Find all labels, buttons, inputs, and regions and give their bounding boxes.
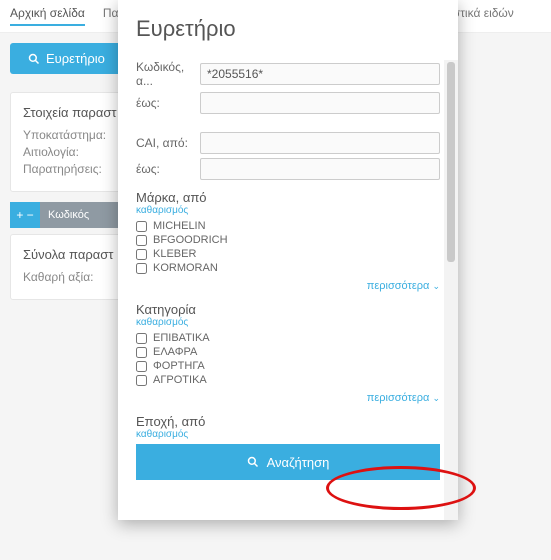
category-label: ΦΟΡΤΗΓΑ — [153, 360, 205, 372]
category-item[interactable]: ΕΠΙΒΑΤΙΚΑ — [136, 332, 440, 344]
category-checkbox[interactable] — [136, 375, 147, 386]
brand-section-title: Μάρκα, από — [136, 190, 440, 205]
category-more-link[interactable]: περισσότερα ⌄ — [136, 392, 440, 404]
brand-item[interactable]: KORMORAN — [136, 262, 440, 274]
brand-label: KORMORAN — [153, 262, 218, 274]
code-to-label: έως: — [136, 96, 200, 110]
cai-from-input[interactable] — [200, 132, 440, 154]
cai-to-input[interactable] — [200, 158, 440, 180]
category-section-title: Κατηγορία — [136, 302, 440, 317]
category-item[interactable]: ΕΛΑΦΡΑ — [136, 346, 440, 358]
brand-item[interactable]: MICHELIN — [136, 220, 440, 232]
modal-title: Ευρετήριο — [136, 16, 440, 42]
season-section-title: Εποχή, από — [136, 414, 440, 429]
code-from-label: Κωδικός, α... — [136, 60, 200, 88]
category-clear-link[interactable]: καθαρισμός — [136, 317, 440, 328]
brand-label: KLEBER — [153, 248, 196, 260]
brand-clear-link[interactable]: καθαρισμός — [136, 205, 440, 216]
brand-more-link[interactable]: περισσότερα ⌄ — [136, 280, 440, 292]
nav-tab-home[interactable]: Αρχική σελίδα — [10, 6, 85, 26]
category-label: ΕΠΙΒΑΤΙΚΑ — [153, 332, 210, 344]
search-icon — [247, 456, 259, 468]
category-checkbox[interactable] — [136, 333, 147, 344]
brand-checklist: MICHELIN BFGOODRICH KLEBER KORMORAN — [136, 220, 440, 274]
brand-label: MICHELIN — [153, 220, 206, 232]
code-to-input[interactable] — [200, 92, 440, 114]
brand-checkbox[interactable] — [136, 221, 147, 232]
category-checkbox[interactable] — [136, 347, 147, 358]
season-clear-link[interactable]: καθαρισμός — [136, 429, 440, 440]
code-bar-label: Κωδικός — [40, 209, 97, 221]
brand-item[interactable]: BFGOODRICH — [136, 234, 440, 246]
brand-checkbox[interactable] — [136, 263, 147, 274]
category-checklist: ΕΠΙΒΑΤΙΚΑ ΕΛΑΦΡΑ ΦΟΡΤΗΓΑ ΑΓΡΟΤΙΚΑ — [136, 332, 440, 386]
scrollbar-thumb[interactable] — [447, 62, 455, 262]
search-button[interactable]: Αναζήτηση — [136, 444, 440, 480]
add-remove-button[interactable]: + − — [10, 202, 40, 228]
brand-label: BFGOODRICH — [153, 234, 228, 246]
code-from-input[interactable] — [200, 63, 440, 85]
brand-item[interactable]: KLEBER — [136, 248, 440, 260]
cai-from-label: CAI, από: — [136, 136, 200, 150]
chevron-down-icon: ⌄ — [432, 281, 440, 291]
index-button[interactable]: Ευρετήριο — [10, 43, 123, 74]
category-label: ΑΓΡΟΤΙΚΑ — [153, 374, 207, 386]
category-label: ΕΛΑΦΡΑ — [153, 346, 197, 358]
index-modal: Ευρετήριο Κωδικός, α... έως: CAI, από: έ… — [118, 0, 458, 520]
search-button-label: Αναζήτηση — [267, 455, 330, 470]
index-button-label: Ευρετήριο — [46, 51, 105, 66]
chevron-down-icon: ⌄ — [432, 393, 440, 403]
cai-to-label: έως: — [136, 162, 200, 176]
search-icon — [28, 53, 40, 65]
brand-checkbox[interactable] — [136, 249, 147, 260]
category-item[interactable]: ΦΟΡΤΗΓΑ — [136, 360, 440, 372]
brand-checkbox[interactable] — [136, 235, 147, 246]
category-checkbox[interactable] — [136, 361, 147, 372]
scrollbar[interactable] — [444, 60, 458, 520]
category-item[interactable]: ΑΓΡΟΤΙΚΑ — [136, 374, 440, 386]
